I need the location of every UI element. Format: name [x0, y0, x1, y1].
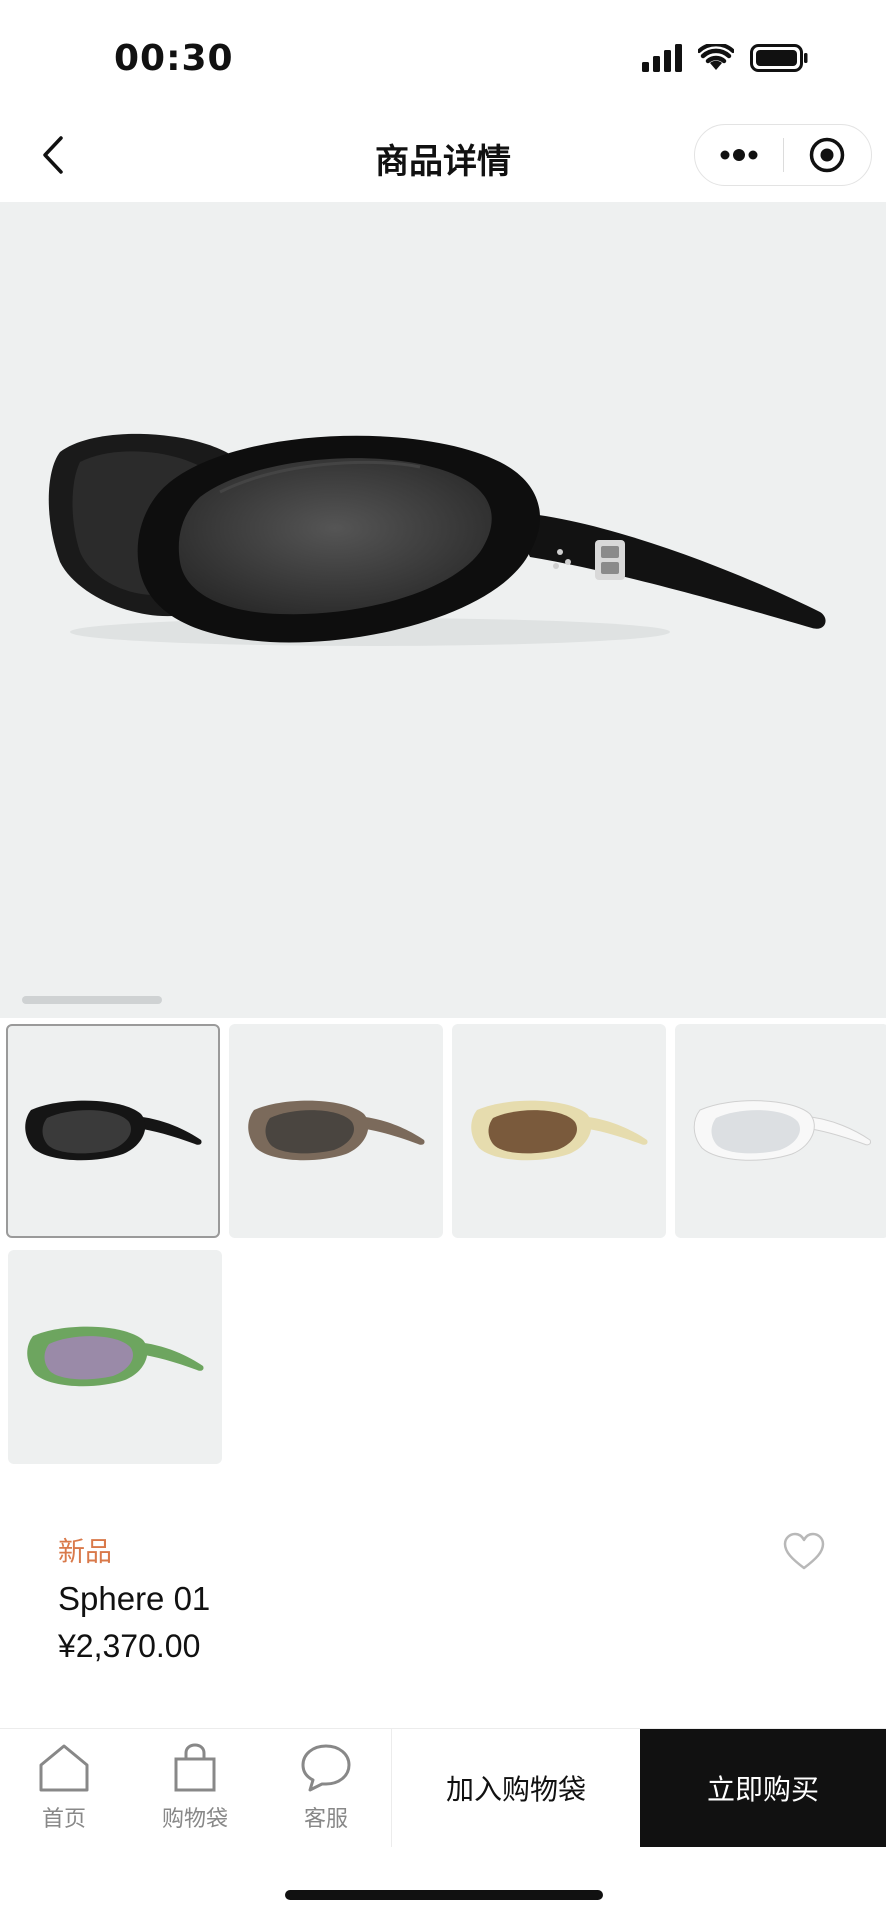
shopping-bag-icon: [174, 1743, 216, 1792]
tab-customer-service-label: 客服: [303, 1807, 348, 1832]
product-name: Sphere 01: [58, 1580, 211, 1617]
bottom-action-bar: 首页 购物袋 客服 加入购物袋 立即购买: [0, 1728, 886, 1847]
variant-thumbnail-brown[interactable]: [229, 1024, 443, 1238]
status-bar: 00:30: [0, 0, 886, 110]
more-dots-icon: [720, 149, 758, 161]
variant-thumbnail-white[interactable]: [675, 1024, 886, 1238]
favorite-button[interactable]: [782, 1532, 826, 1572]
add-to-cart-button[interactable]: 加入购物袋: [392, 1729, 640, 1847]
tab-home[interactable]: 首页: [14, 1743, 114, 1833]
target-circle-icon: [810, 137, 845, 173]
home-indicator: [285, 1890, 603, 1900]
product-hero-image[interactable]: [0, 202, 886, 1018]
mini-program-capsule: [694, 124, 872, 186]
tab-home-label: 首页: [41, 1807, 86, 1832]
sunglasses-thumbnail: [693, 1100, 871, 1161]
sunglasses-thumbnail: [25, 1100, 202, 1161]
tab-customer-service[interactable]: 客服: [276, 1743, 376, 1833]
variant-thumbnail-cream[interactable]: [452, 1024, 666, 1238]
home-icon: [39, 1744, 89, 1792]
sunglasses-image: [48, 433, 826, 646]
nav-bar: 商品详情: [0, 110, 886, 202]
heart-outline-icon: [783, 1532, 825, 1570]
gallery-scroll-indicator: [22, 996, 162, 1004]
sunglasses-thumbnail: [248, 1100, 425, 1161]
sunglasses-thumbnail: [471, 1100, 648, 1161]
cellular-signal-icon: [642, 44, 682, 72]
tab-shopping-bag-label: 购物袋: [161, 1807, 228, 1832]
status-icons: [642, 44, 808, 72]
chat-bubble-icon: [301, 1744, 351, 1792]
product-price: ¥2,370.00: [58, 1628, 201, 1664]
variant-thumbnail-black[interactable]: [6, 1024, 220, 1238]
product-info: 新品 Sphere 01 ¥2,370.00: [0, 1490, 886, 1730]
close-mini-program-button[interactable]: [784, 125, 871, 185]
wifi-icon: [698, 44, 734, 70]
tab-shopping-bag[interactable]: 购物袋: [145, 1743, 245, 1833]
sunglasses-thumbnail: [27, 1326, 204, 1387]
buy-now-button[interactable]: 立即购买: [640, 1729, 886, 1847]
variant-thumbnail-green[interactable]: [8, 1250, 222, 1464]
battery-icon: [750, 44, 808, 72]
new-badge: 新品: [58, 1537, 112, 1568]
status-time: 00:30: [114, 38, 234, 79]
more-button[interactable]: [695, 125, 783, 185]
